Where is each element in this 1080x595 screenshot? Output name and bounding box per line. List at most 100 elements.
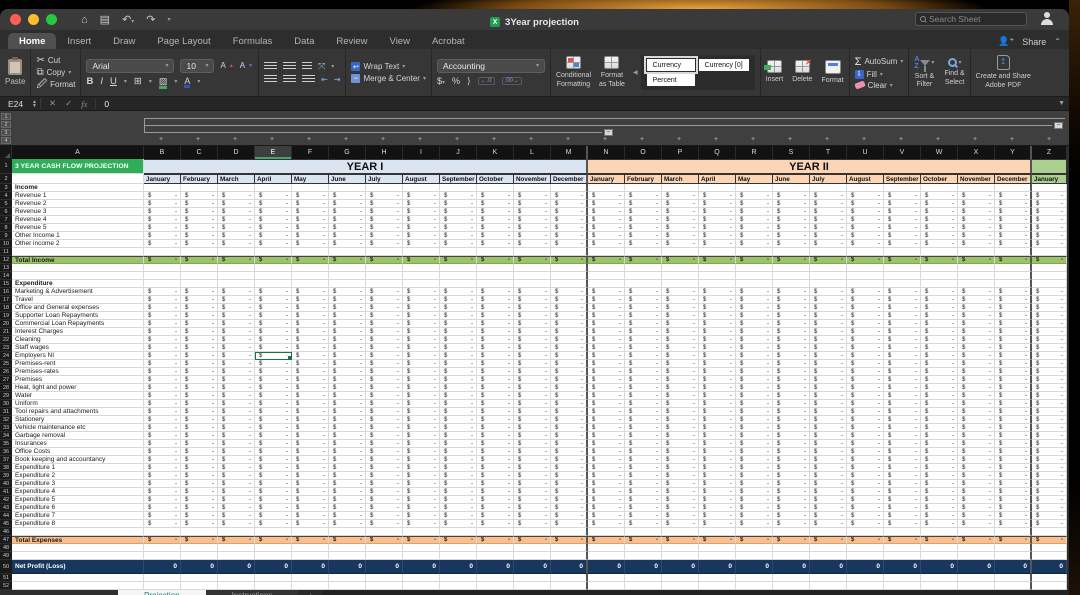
row-header-51[interactable]: 51 <box>0 574 12 582</box>
cell[interactable]: $ - <box>921 224 958 232</box>
cell[interactable] <box>773 272 810 280</box>
cell[interactable]: $ - <box>366 488 403 496</box>
font-size-select[interactable]: 10 ▾ <box>180 58 215 73</box>
cell[interactable] <box>625 544 662 552</box>
month-header[interactable]: March <box>662 174 699 184</box>
cell[interactable]: $ - <box>662 384 699 392</box>
cell[interactable]: $ - <box>514 240 551 248</box>
cell[interactable]: $ - <box>440 216 477 224</box>
cell[interactable]: $ - <box>1032 320 1067 328</box>
cell[interactable]: $ - <box>625 336 662 344</box>
cell[interactable] <box>847 544 884 552</box>
row-label-cell[interactable]: Other Income 1 <box>12 232 144 240</box>
cell[interactable]: 0 <box>255 560 292 574</box>
cell[interactable]: $ - <box>218 216 255 224</box>
cell[interactable]: $ - <box>921 416 958 424</box>
cell[interactable] <box>1032 248 1067 256</box>
row-header-42[interactable]: 42 <box>0 496 12 504</box>
cell[interactable] <box>329 184 366 192</box>
cell[interactable]: $ - <box>514 472 551 480</box>
month-header[interactable]: May <box>736 174 773 184</box>
cell[interactable]: $ - <box>736 216 773 224</box>
cell[interactable]: $ - <box>403 216 440 224</box>
cell[interactable]: $ - <box>329 352 366 360</box>
cell[interactable]: $ - <box>699 304 736 312</box>
cell[interactable]: $ - <box>218 336 255 344</box>
cell[interactable]: $ - <box>625 392 662 400</box>
cell[interactable] <box>625 582 662 590</box>
cell[interactable]: $ - <box>366 424 403 432</box>
cell[interactable]: $ - <box>921 480 958 488</box>
collapse-ribbon-icon[interactable]: ⌃ <box>1054 37 1061 46</box>
cell[interactable]: $ - <box>958 448 995 456</box>
cell[interactable]: $ - <box>736 192 773 200</box>
cell[interactable]: $ - <box>403 336 440 344</box>
row-label-cell[interactable]: Revenue 4 <box>12 216 144 224</box>
cell[interactable] <box>218 272 255 280</box>
cell[interactable]: $ - <box>255 400 292 408</box>
cell[interactable]: $ - <box>588 328 625 336</box>
cell[interactable] <box>403 544 440 552</box>
month-header[interactable]: February <box>181 174 218 184</box>
cell[interactable] <box>588 264 625 272</box>
cell[interactable]: $ - <box>699 288 736 296</box>
cell[interactable]: $ - <box>477 376 514 384</box>
cell[interactable]: $ - <box>884 224 921 232</box>
cell[interactable]: $ - <box>958 320 995 328</box>
cell[interactable]: $ - <box>255 320 292 328</box>
cell[interactable] <box>847 264 884 272</box>
cell[interactable]: $ - <box>773 448 810 456</box>
cell[interactable]: $ - <box>736 392 773 400</box>
cell[interactable]: $ - <box>551 464 588 472</box>
cell[interactable]: $ - <box>144 480 181 488</box>
cell[interactable]: $ - <box>773 512 810 520</box>
row-label-cell[interactable]: Expenditure 1 <box>12 464 144 472</box>
cell[interactable]: $ - <box>699 440 736 448</box>
month-header[interactable]: November <box>958 174 995 184</box>
column-header-G[interactable]: G <box>329 146 366 159</box>
cell[interactable]: $ - <box>995 336 1032 344</box>
cell[interactable]: $ - <box>292 376 329 384</box>
cell[interactable]: $ - <box>514 520 551 528</box>
cell[interactable]: $ - <box>625 240 662 248</box>
cell[interactable]: $ - <box>403 360 440 368</box>
cell[interactable] <box>181 544 218 552</box>
cell[interactable]: $ - <box>958 376 995 384</box>
cell[interactable]: $ - <box>773 256 810 264</box>
cell[interactable]: $ - <box>847 488 884 496</box>
cell[interactable]: $ - <box>810 384 847 392</box>
cell[interactable]: $ - <box>588 288 625 296</box>
month-header[interactable]: July <box>366 174 403 184</box>
cell[interactable]: $ - <box>995 304 1032 312</box>
cell[interactable]: $ - <box>329 360 366 368</box>
cell[interactable]: $ - <box>440 504 477 512</box>
cell[interactable]: $ - <box>921 376 958 384</box>
cell[interactable]: $ - <box>477 368 514 376</box>
cell[interactable]: $ - <box>995 288 1032 296</box>
cell[interactable]: $ - <box>921 512 958 520</box>
cell[interactable] <box>1032 264 1067 272</box>
cell[interactable] <box>477 528 514 536</box>
cell[interactable] <box>921 544 958 552</box>
sort-filter-icon[interactable]: A Z ▾ <box>914 56 934 72</box>
cell[interactable]: $ - <box>477 352 514 360</box>
cell[interactable]: $ - <box>255 296 292 304</box>
redo-icon[interactable]: ↷ <box>146 13 155 26</box>
cell[interactable]: $ - <box>625 376 662 384</box>
cell[interactable]: $ - <box>144 440 181 448</box>
cell[interactable]: $ - <box>144 296 181 304</box>
cell[interactable]: $ - <box>921 208 958 216</box>
cell[interactable]: $ - <box>625 224 662 232</box>
cell[interactable]: $ - <box>884 448 921 456</box>
cell[interactable]: $ - <box>181 488 218 496</box>
row-label-cell[interactable]: Revenue 1 <box>12 192 144 200</box>
cell[interactable]: $ - <box>588 224 625 232</box>
cell[interactable] <box>292 264 329 272</box>
cell[interactable]: $ - <box>218 352 255 360</box>
cell[interactable]: $ - <box>477 464 514 472</box>
cell[interactable] <box>366 272 403 280</box>
cell[interactable]: $ - <box>144 312 181 320</box>
outline-level-1[interactable]: 1 <box>1 113 11 120</box>
cell[interactable]: $ - <box>144 360 181 368</box>
cell[interactable]: $ - <box>477 432 514 440</box>
